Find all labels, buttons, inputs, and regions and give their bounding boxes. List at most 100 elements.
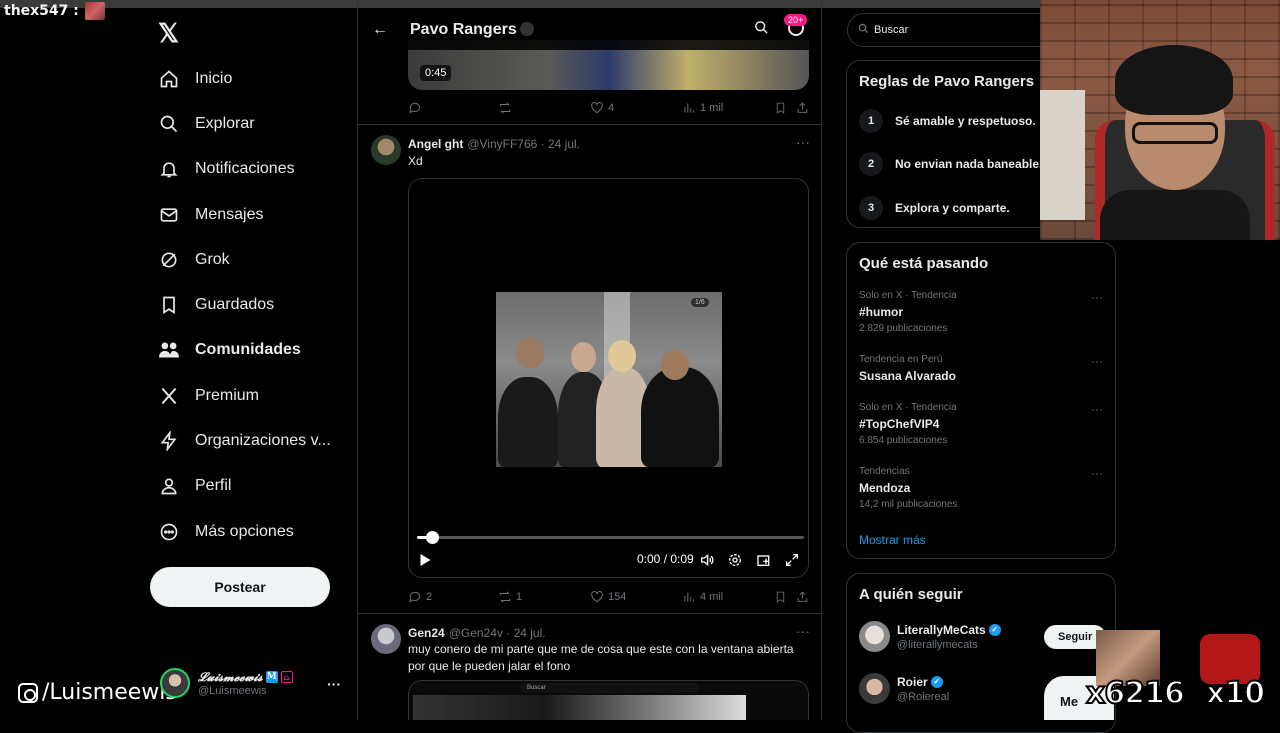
account-name: 𝓛𝓾𝓲𝓼𝓶𝓮𝓮𝔀𝓲𝓼	[198, 669, 263, 684]
avatar	[160, 668, 190, 698]
trend-item[interactable]: Tendencia en Perú Susana Alvarado ···	[859, 354, 1103, 383]
chat-emote-icon	[84, 2, 105, 20]
avatar	[859, 621, 890, 652]
search-input[interactable]: Buscar	[847, 13, 1057, 47]
like-count: 154	[608, 591, 627, 603]
reply-button[interactable]: 2	[408, 590, 432, 604]
reply-icon[interactable]	[408, 101, 422, 115]
bookmark-icon[interactable]	[774, 590, 787, 604]
tweet-actions: 2 1 154 4 mil	[408, 587, 809, 607]
community-header: ← Pavo Rangers 20+	[358, 10, 821, 50]
rule-item[interactable]: 2 No envian nada baneable.	[859, 152, 1042, 176]
sidebar-item-premium[interactable]: Premium	[158, 373, 331, 418]
account-more-icon[interactable]: ···	[327, 676, 341, 692]
bookmark-icon[interactable]	[774, 101, 787, 115]
follow-suggestion[interactable]: Roier ✓ @Roiereal	[859, 673, 949, 704]
fullscreen-icon[interactable]	[784, 552, 800, 571]
more-options-icon[interactable]: ···	[1091, 466, 1103, 480]
previous-post-actions: 4 1 mil	[408, 98, 809, 118]
sidebar-item-label: Notificaciones	[195, 160, 295, 178]
play-icon[interactable]	[419, 553, 432, 570]
trends-title: Qué está pasando	[859, 255, 989, 272]
show-more-link[interactable]: Mostrar más	[859, 533, 926, 547]
share-icon[interactable]	[796, 590, 809, 604]
sidebar-item-explorar[interactable]: Explorar	[158, 101, 331, 146]
tweet-author-name[interactable]: Gen24	[408, 626, 445, 640]
more-options-icon[interactable]: ···	[1091, 290, 1103, 304]
trend-item[interactable]: Solo en X · Tendencia #humor 2.829 publi…	[859, 290, 1103, 334]
sidebar-item-grok[interactable]: Grok	[158, 237, 331, 282]
pip-icon[interactable]	[756, 552, 772, 571]
rule-item[interactable]: 1 Sé amable y respetuoso.	[859, 109, 1036, 133]
like-button[interactable]: 4	[590, 101, 614, 115]
sidebar-item-label: Organizaciones v...	[195, 432, 331, 450]
more-options-icon[interactable]: ···	[1091, 402, 1103, 416]
sidebar-item-comunidades[interactable]: Comunidades	[158, 328, 331, 373]
search-icon[interactable]	[754, 20, 769, 40]
like-button[interactable]: 154	[590, 590, 626, 604]
chat-username: thex547 :	[4, 3, 79, 19]
sidebar-item-organizaciones[interactable]: Organizaciones v...	[158, 418, 331, 463]
sidebar-item-label: Premium	[195, 386, 260, 404]
video-progress-bar[interactable]	[417, 531, 804, 544]
views-button[interactable]: 1 mil	[682, 101, 723, 115]
reply-count: 2	[426, 591, 433, 603]
avatar	[859, 673, 890, 704]
tweet-text: Xd	[408, 154, 423, 168]
more-options-icon[interactable]: ···	[1091, 354, 1103, 368]
follow-suggestion[interactable]: LiterallyMeCats ✓ @literallymecats	[859, 621, 1001, 652]
instagram-icon	[18, 682, 38, 703]
sidebar-item-perfil[interactable]: Perfil	[158, 464, 331, 509]
trend-item[interactable]: Solo en X · Tendencia #TopChefVIP4 6.854…	[859, 402, 1103, 446]
repost-icon[interactable]	[498, 101, 512, 115]
views-button[interactable]: 4 mil	[682, 590, 723, 604]
sidebar-item-mensajes[interactable]: Mensajes	[158, 192, 331, 237]
trend-item[interactable]: Tendencias Mendoza 14,2 mil publicacione…	[859, 466, 1103, 510]
repost-count: 1	[516, 591, 523, 603]
stream-chat-line: thex547 :	[4, 2, 105, 20]
verified-badge-icon: ✓	[930, 675, 943, 688]
post-button[interactable]: Postear	[150, 567, 330, 607]
lock-badge-icon: ⌂	[280, 671, 293, 683]
tweet-author-name[interactable]: Angel ght	[408, 137, 463, 151]
video-frame-photo: 1/6	[496, 292, 722, 467]
person-icon	[158, 475, 180, 497]
tweet[interactable]: Gen24 @Gen24v · 24 jul. ··· muy conero d…	[358, 613, 821, 720]
rule-item[interactable]: 3 Explora y comparte.	[859, 196, 1010, 220]
sidebar-item-guardados[interactable]: Guardados	[158, 282, 331, 327]
avatar[interactable]	[371, 624, 401, 654]
video-player[interactable]: 1/6 0:00 / 0:09	[408, 178, 809, 578]
tweet-media[interactable]: Buscar	[408, 680, 809, 720]
communities-icon	[158, 339, 180, 361]
page-title: Pavo Rangers	[410, 21, 517, 38]
settings-gear-icon[interactable]	[727, 552, 743, 571]
tweet-author-handle[interactable]: @VinyFF766 · 24 jul.	[467, 137, 580, 151]
who-to-follow-title: A quién seguir	[859, 586, 963, 603]
sidebar-nav: Inicio Explorar Notificaciones Mensajes …	[158, 56, 331, 554]
tweet-author-handle[interactable]: @Gen24v · 24 jul.	[449, 626, 546, 640]
search-icon	[158, 113, 180, 135]
sidebar-item-mas-opciones[interactable]: Más opciones	[158, 509, 331, 554]
sidebar-item-label: Más opciones	[195, 522, 294, 540]
instagram-overlay: /Luismeewis	[18, 680, 177, 705]
more-options-icon[interactable]: ···	[796, 623, 810, 639]
emote-combo-count: x10	[1205, 675, 1266, 712]
sidebar-item-inicio[interactable]: Inicio	[158, 56, 331, 101]
photo-count-badge: 1/6	[691, 298, 709, 307]
verified-badge-icon: ✓	[988, 623, 1001, 636]
tweet[interactable]: Angel ght @VinyFF766 · 24 jul. ··· Xd 1/…	[358, 124, 821, 614]
video-time: 0:00 / 0:09	[637, 552, 694, 566]
share-icon[interactable]	[796, 101, 809, 115]
x-logo-icon[interactable]: 𝕏	[158, 18, 179, 49]
repost-button[interactable]: 1	[498, 590, 522, 604]
back-arrow-icon[interactable]: ←	[372, 21, 388, 39]
avatar[interactable]	[371, 135, 401, 165]
sidebar-item-label: Perfil	[195, 477, 232, 495]
progress-handle[interactable]	[426, 531, 440, 544]
community-timeline[interactable]: 0:45 ← Pavo Rangers 20+ 4 1 mil Angel gh…	[357, 0, 822, 720]
sidebar-item-notificaciones[interactable]: Notificaciones	[158, 147, 331, 192]
volume-icon[interactable]	[699, 552, 715, 571]
bomb-emoji-icon	[519, 22, 534, 36]
more-options-icon[interactable]: ···	[796, 134, 810, 150]
account-switcher[interactable]: 𝓛𝓾𝓲𝓼𝓶𝓮𝓮𝔀𝓲𝓼 M ⌂ @Luismeewis	[160, 668, 293, 698]
